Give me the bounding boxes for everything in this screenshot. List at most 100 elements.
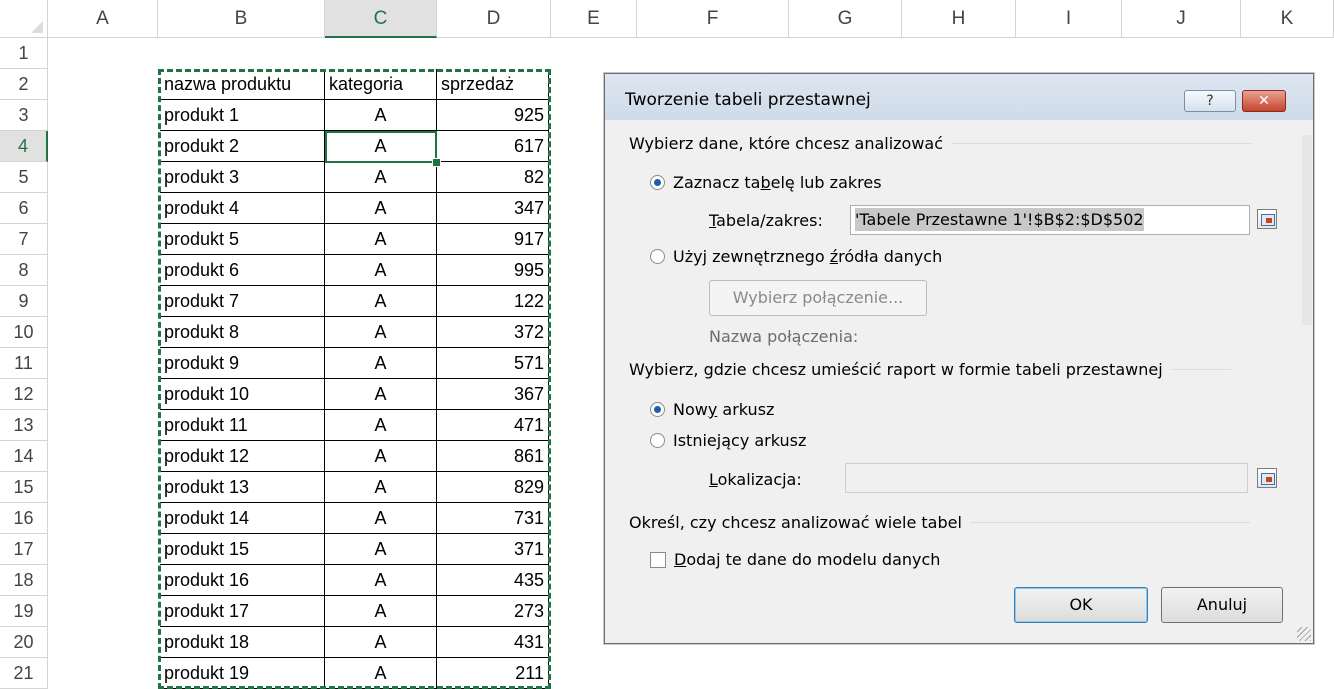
table-cell[interactable]: 617: [437, 131, 549, 162]
radio-external-source-button[interactable]: [650, 249, 665, 264]
radio-existing-sheet-button[interactable]: [650, 433, 665, 448]
column-header-c[interactable]: C: [325, 0, 437, 38]
table-cell[interactable]: 571: [437, 348, 549, 379]
table-cell[interactable]: produkt 10: [160, 379, 325, 410]
table-cell[interactable]: produkt 18: [160, 627, 325, 658]
table-cell[interactable]: produkt 3: [160, 162, 325, 193]
table-cell[interactable]: produkt 6: [160, 255, 325, 286]
table-cell[interactable]: 273: [437, 596, 549, 627]
table-cell[interactable]: produkt 16: [160, 565, 325, 596]
location-input[interactable]: [845, 463, 1248, 493]
table-cell[interactable]: produkt 5: [160, 224, 325, 255]
table-cell[interactable]: 211: [437, 658, 549, 689]
cancel-button[interactable]: Anuluj: [1161, 587, 1283, 623]
table-cell[interactable]: produkt 15: [160, 534, 325, 565]
active-cell-c4[interactable]: [325, 131, 437, 163]
add-to-data-model-option[interactable]: Dodaj te dane do modelu danych: [650, 550, 940, 569]
row-header-16[interactable]: 16: [0, 503, 48, 534]
location-picker-icon[interactable]: [1257, 468, 1277, 488]
table-cell[interactable]: A: [325, 255, 437, 286]
column-header-f[interactable]: F: [637, 0, 789, 38]
table-cell[interactable]: 367: [437, 379, 549, 410]
column-header-d[interactable]: D: [437, 0, 551, 38]
row-header-8[interactable]: 8: [0, 255, 48, 286]
radio-existing-sheet[interactable]: Istniejący arkusz: [650, 431, 806, 450]
table-cell[interactable]: 431: [437, 627, 549, 658]
row-header-2[interactable]: 2: [0, 69, 48, 100]
table-cell[interactable]: produkt 13: [160, 472, 325, 503]
column-header-a[interactable]: A: [48, 0, 158, 38]
row-header-6[interactable]: 6: [0, 193, 48, 224]
table-cell[interactable]: A: [325, 503, 437, 534]
radio-external-source[interactable]: Użyj zewnętrznego źródła danych: [650, 247, 942, 266]
radio-new-sheet[interactable]: Nowy arkusz: [650, 400, 774, 419]
table-cell[interactable]: produkt 4: [160, 193, 325, 224]
table-cell[interactable]: 995: [437, 255, 549, 286]
table-cell[interactable]: 435: [437, 565, 549, 596]
table-cell[interactable]: A: [325, 472, 437, 503]
select-all-corner[interactable]: [0, 0, 48, 38]
table-header-cell[interactable]: kategoria: [325, 69, 437, 100]
table-cell[interactable]: A: [325, 627, 437, 658]
row-header-1[interactable]: 1: [0, 38, 48, 69]
column-header-g[interactable]: G: [789, 0, 902, 38]
row-header-10[interactable]: 10: [0, 317, 48, 348]
column-header-b[interactable]: B: [158, 0, 325, 38]
table-cell[interactable]: A: [325, 348, 437, 379]
column-header-j[interactable]: J: [1122, 0, 1241, 38]
row-header-14[interactable]: 14: [0, 441, 48, 472]
table-cell[interactable]: A: [325, 596, 437, 627]
row-header-15[interactable]: 15: [0, 472, 48, 503]
table-cell[interactable]: 861: [437, 441, 549, 472]
table-cell[interactable]: produkt 11: [160, 410, 325, 441]
table-cell[interactable]: 917: [437, 224, 549, 255]
row-header-20[interactable]: 20: [0, 627, 48, 658]
table-cell[interactable]: A: [325, 100, 437, 131]
row-header-21[interactable]: 21: [0, 658, 48, 689]
table-cell[interactable]: 731: [437, 503, 549, 534]
table-cell[interactable]: A: [325, 658, 437, 689]
ok-button[interactable]: OK: [1014, 587, 1148, 623]
table-cell[interactable]: A: [325, 224, 437, 255]
row-header-11[interactable]: 11: [0, 348, 48, 379]
column-header-k[interactable]: K: [1241, 0, 1334, 38]
table-header-cell[interactable]: nazwa produktu: [160, 69, 325, 100]
radio-select-range-button[interactable]: [650, 175, 665, 190]
row-header-18[interactable]: 18: [0, 565, 48, 596]
column-header-i[interactable]: I: [1016, 0, 1122, 38]
radio-new-sheet-button[interactable]: [650, 402, 665, 417]
table-cell[interactable]: produkt 9: [160, 348, 325, 379]
row-header-12[interactable]: 12: [0, 379, 48, 410]
column-header-h[interactable]: H: [902, 0, 1016, 38]
table-cell[interactable]: 829: [437, 472, 549, 503]
table-cell[interactable]: A: [325, 317, 437, 348]
dialog-titlebar[interactable]: Tworzenie tabeli przestawnej ? ✕: [605, 74, 1313, 120]
table-cell[interactable]: produkt 1: [160, 100, 325, 131]
table-cell[interactable]: A: [325, 379, 437, 410]
table-cell[interactable]: 371: [437, 534, 549, 565]
row-header-9[interactable]: 9: [0, 286, 48, 317]
row-header-19[interactable]: 19: [0, 596, 48, 627]
table-cell[interactable]: 82: [437, 162, 549, 193]
add-to-data-model-checkbox[interactable]: [650, 551, 666, 568]
table-header-cell[interactable]: sprzedaż: [437, 69, 549, 100]
table-cell[interactable]: produkt 14: [160, 503, 325, 534]
table-cell[interactable]: 122: [437, 286, 549, 317]
row-header-7[interactable]: 7: [0, 224, 48, 255]
table-cell[interactable]: 471: [437, 410, 549, 441]
table-cell[interactable]: A: [325, 441, 437, 472]
row-header-17[interactable]: 17: [0, 534, 48, 565]
table-cell[interactable]: 372: [437, 317, 549, 348]
table-cell[interactable]: A: [325, 193, 437, 224]
choose-connection-button[interactable]: Wybierz połączenie...: [709, 280, 927, 316]
table-cell[interactable]: produkt 7: [160, 286, 325, 317]
fill-handle[interactable]: [432, 158, 441, 167]
close-button[interactable]: ✕: [1242, 90, 1286, 112]
radio-select-range[interactable]: Zaznacz tabelę lub zakres: [650, 173, 882, 192]
table-cell[interactable]: produkt 2: [160, 131, 325, 162]
range-picker-icon[interactable]: [1257, 209, 1277, 229]
row-header-3[interactable]: 3: [0, 100, 48, 131]
table-cell[interactable]: A: [325, 286, 437, 317]
help-button[interactable]: ?: [1184, 90, 1236, 112]
table-cell[interactable]: A: [325, 410, 437, 441]
